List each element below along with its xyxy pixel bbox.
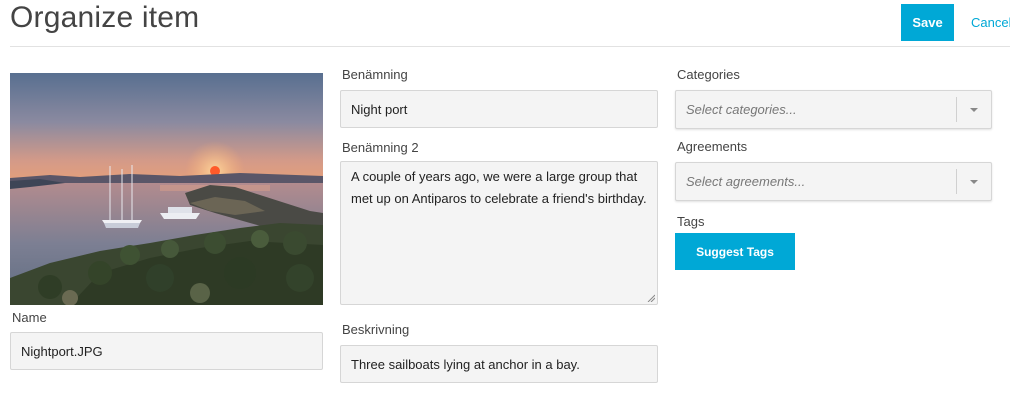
sunset-sailboats-image [10,73,323,305]
benamning2-label: Benämning 2 [342,140,419,155]
header-divider [10,46,1010,47]
select-divider [956,169,957,194]
agreements-label: Agreements [677,139,748,154]
benamning2-textarea[interactable]: A couple of years ago, we were a large g… [340,161,658,305]
cancel-link[interactable]: Cancel [971,15,1010,30]
agreements-placeholder: Select agreements... [686,174,806,189]
chevron-down-icon[interactable] [970,107,978,112]
tags-label: Tags [677,214,705,229]
agreements-select[interactable]: Select agreements... [675,162,992,201]
save-button[interactable]: Save [901,4,954,41]
benamning2-text: A couple of years ago, we were a large g… [351,169,647,206]
beskrivning-field[interactable]: Three sailboats lying at anchor in a bay… [340,345,658,383]
chevron-down-icon[interactable] [970,179,978,184]
benamning-field[interactable]: Night port [340,90,658,128]
categories-label: Categories [677,67,740,82]
resize-grip-icon[interactable] [647,294,655,302]
categories-select[interactable]: Select categories... [675,90,992,129]
name-label: Name [12,310,47,325]
page-title: Organize item [10,1,200,34]
categories-placeholder: Select categories... [686,102,797,117]
item-photo [10,73,323,305]
beskrivning-label: Beskrivning [342,322,410,337]
select-divider [956,97,957,122]
suggest-tags-button[interactable]: Suggest Tags [675,233,795,270]
name-field[interactable]: Nightport.JPG [10,332,323,370]
benamning-label: Benämning [342,67,408,82]
